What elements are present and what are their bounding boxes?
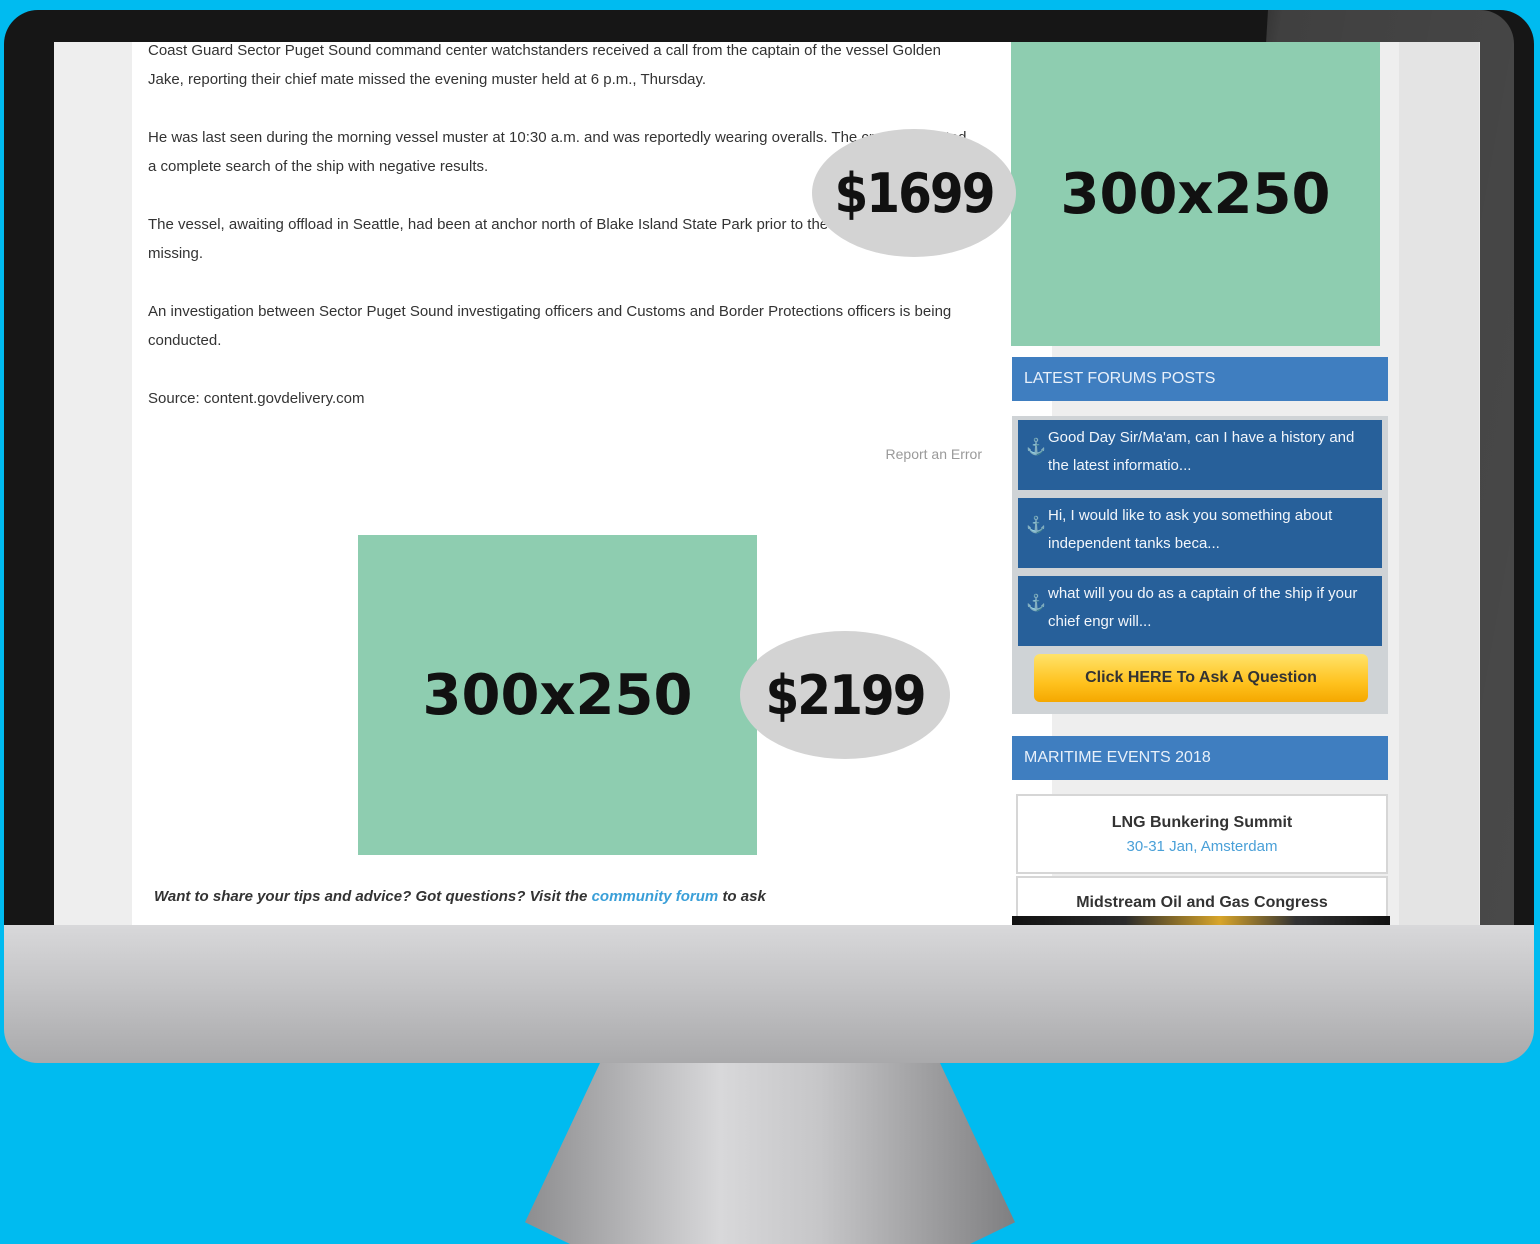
event-card[interactable]: LNG Bunkering Summit 30-31 Jan, Amsterda… <box>1016 794 1388 874</box>
page-right-gutter <box>1399 42 1479 925</box>
ad-size-label: 300x250 <box>422 662 693 728</box>
event-card[interactable]: Midstream Oil and Gas Congress <box>1016 876 1388 920</box>
events-heading: MARITIME EVENTS 2018 <box>1012 736 1388 780</box>
community-cta: Want to share your tips and advice? Got … <box>154 888 766 905</box>
community-forum-link[interactable]: community forum <box>592 888 719 905</box>
article-paragraph: An investigation between Sector Puget So… <box>148 303 952 349</box>
forum-post-text: what will you do as a captain of the shi… <box>1048 585 1358 630</box>
anchor-icon: ⚓ <box>1026 517 1046 534</box>
anchor-icon: ⚓ <box>1026 439 1046 456</box>
report-error-link[interactable]: Report an Error <box>822 446 982 462</box>
ask-question-button[interactable]: Click HERE To Ask A Question <box>1034 654 1368 702</box>
forum-post-text: Hi, I would like to ask you something ab… <box>1048 507 1333 552</box>
anchor-icon: ⚓ <box>1026 595 1046 612</box>
inline-ad-slot[interactable]: 300x250 <box>358 535 757 855</box>
forum-post[interactable]: ⚓ Good Day Sir/Ma'am, can I have a histo… <box>1018 420 1382 490</box>
ad-price-label: $1699 <box>834 161 995 225</box>
forum-post-text: Good Day Sir/Ma'am, can I have a history… <box>1048 429 1355 474</box>
monitor-stand <box>525 1063 1015 1244</box>
inline-ad-price-bubble: $2199 <box>740 631 950 759</box>
article-source: Source: content.govdelivery.com <box>148 390 365 407</box>
event-date-location: 30-31 Jan, Amsterdam <box>1126 838 1278 855</box>
sidebar-ad-price-bubble: $1699 <box>812 129 1016 257</box>
forum-posts-panel: ⚓ Good Day Sir/Ma'am, can I have a histo… <box>1012 416 1388 714</box>
monitor-screen: Coast Guard Sector Puget Sound command c… <box>54 42 1480 925</box>
event-name: LNG Bunkering Summit <box>1111 814 1293 831</box>
event-banner-image <box>1012 916 1390 925</box>
cta-text: Want to share your tips and advice? Got … <box>154 888 588 905</box>
forums-heading: LATEST FORUMS POSTS <box>1012 357 1388 401</box>
forum-post[interactable]: ⚓ what will you do as a captain of the s… <box>1018 576 1382 646</box>
cta-text-end: to ask <box>722 888 766 905</box>
ad-size-label: 300x250 <box>1060 161 1331 227</box>
sidebar-ad-slot[interactable]: 300x250 <box>1011 42 1380 346</box>
monitor-chin <box>4 925 1534 1063</box>
article-paragraph: Coast Guard Sector Puget Sound command c… <box>148 42 941 88</box>
forum-post[interactable]: ⚓ Hi, I would like to ask you something … <box>1018 498 1382 568</box>
event-name: Midstream Oil and Gas Congress <box>1076 894 1328 911</box>
ad-price-label: $2199 <box>765 663 926 727</box>
